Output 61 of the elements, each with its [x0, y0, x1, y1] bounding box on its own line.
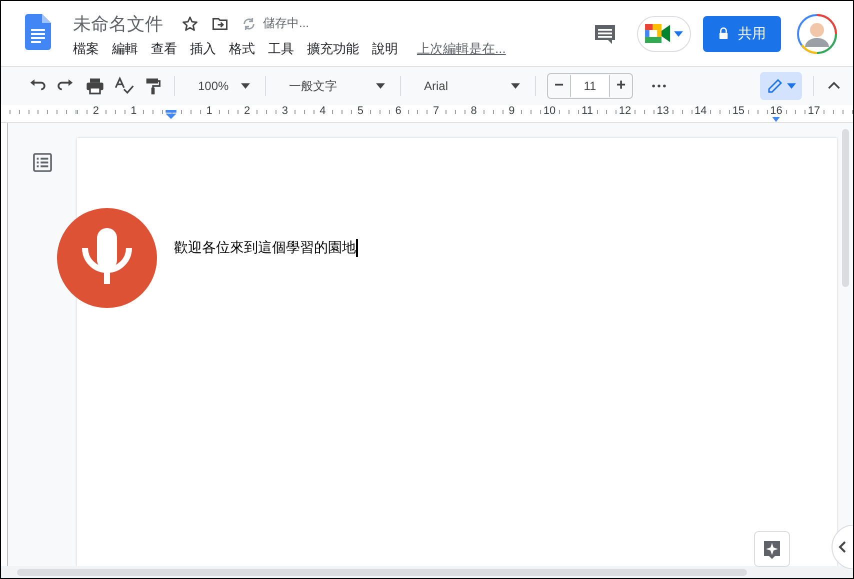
- zoom-dropdown[interactable]: 100%: [186, 79, 254, 93]
- menu-item[interactable]: 擴充功能: [307, 40, 366, 58]
- menu-item[interactable]: 工具: [268, 40, 301, 58]
- ruler-number: 14: [694, 106, 708, 117]
- scrollbar-thumb[interactable]: [842, 129, 848, 287]
- caret-icon: [511, 83, 520, 89]
- ruler-number: 7: [432, 106, 440, 117]
- ruler-number: 9: [508, 106, 516, 117]
- print-icon[interactable]: [85, 76, 105, 96]
- more-icon[interactable]: [652, 84, 666, 88]
- indent-marker-icon[interactable]: [165, 110, 178, 119]
- menu-item[interactable]: 查看: [151, 40, 184, 58]
- ruler-number: 3: [280, 106, 289, 117]
- avatar[interactable]: [797, 14, 837, 54]
- caret-icon: [787, 83, 796, 89]
- document-text: 歡迎各位來到這個學習的園地: [174, 239, 356, 257]
- ruler-number: 16: [769, 106, 784, 117]
- menu-item[interactable]: 格式: [229, 40, 262, 58]
- pencil-icon: [766, 77, 784, 95]
- ruler-number: 1: [130, 106, 138, 117]
- save-status: 儲存中...: [263, 15, 310, 32]
- ruler-number: 15: [731, 106, 746, 117]
- spellcheck-icon[interactable]: [114, 76, 134, 96]
- decrease-font-size-button[interactable]: −: [548, 74, 570, 98]
- text-cursor: [356, 239, 358, 257]
- explore-button-icon[interactable]: [754, 531, 790, 567]
- ruler-number: 13: [656, 106, 670, 117]
- lock-icon: [718, 27, 729, 40]
- ruler-number: 12: [618, 106, 632, 117]
- ruler-number: 2: [243, 106, 252, 117]
- ruler-number: 6: [394, 106, 402, 117]
- star-icon[interactable]: [181, 14, 199, 32]
- last-edit-link[interactable]: 上次編輯是在...: [417, 40, 513, 58]
- editing-mode-button[interactable]: [760, 72, 802, 100]
- ruler-number: 11: [580, 106, 594, 117]
- voice-typing-microphone-icon[interactable]: [57, 208, 157, 308]
- ruler-number: 1: [205, 106, 214, 117]
- ruler-number: 5: [356, 106, 365, 117]
- share-button[interactable]: 共用: [703, 16, 781, 52]
- menu-item[interactable]: 說明: [372, 40, 405, 58]
- caret-icon: [674, 30, 683, 36]
- text-style-dropdown[interactable]: 一般文字: [277, 78, 389, 94]
- sync-icon: [241, 16, 257, 32]
- ruler-number: 17: [806, 106, 822, 117]
- font-dropdown[interactable]: Arial: [412, 79, 524, 93]
- caret-icon: [241, 83, 250, 89]
- outline-icon[interactable]: [33, 153, 52, 172]
- camera-icon: [645, 24, 671, 43]
- ruler-number: 8: [470, 106, 478, 117]
- document-title[interactable]: 未命名文件: [73, 12, 163, 36]
- ruler-number: 10: [542, 106, 557, 117]
- meet-button[interactable]: [637, 16, 691, 52]
- caret-icon: [376, 83, 385, 89]
- menu-item[interactable]: 插入: [190, 40, 223, 58]
- increase-font-size-button[interactable]: +: [610, 74, 632, 98]
- menu-item[interactable]: 編輯: [112, 40, 145, 58]
- docs-logo-icon[interactable]: [25, 14, 51, 50]
- menu-item[interactable]: 檔案: [73, 40, 106, 58]
- font-size-field[interactable]: 11: [570, 75, 610, 97]
- ruler-number: 4: [318, 106, 327, 117]
- ruler-number: 2: [92, 106, 100, 117]
